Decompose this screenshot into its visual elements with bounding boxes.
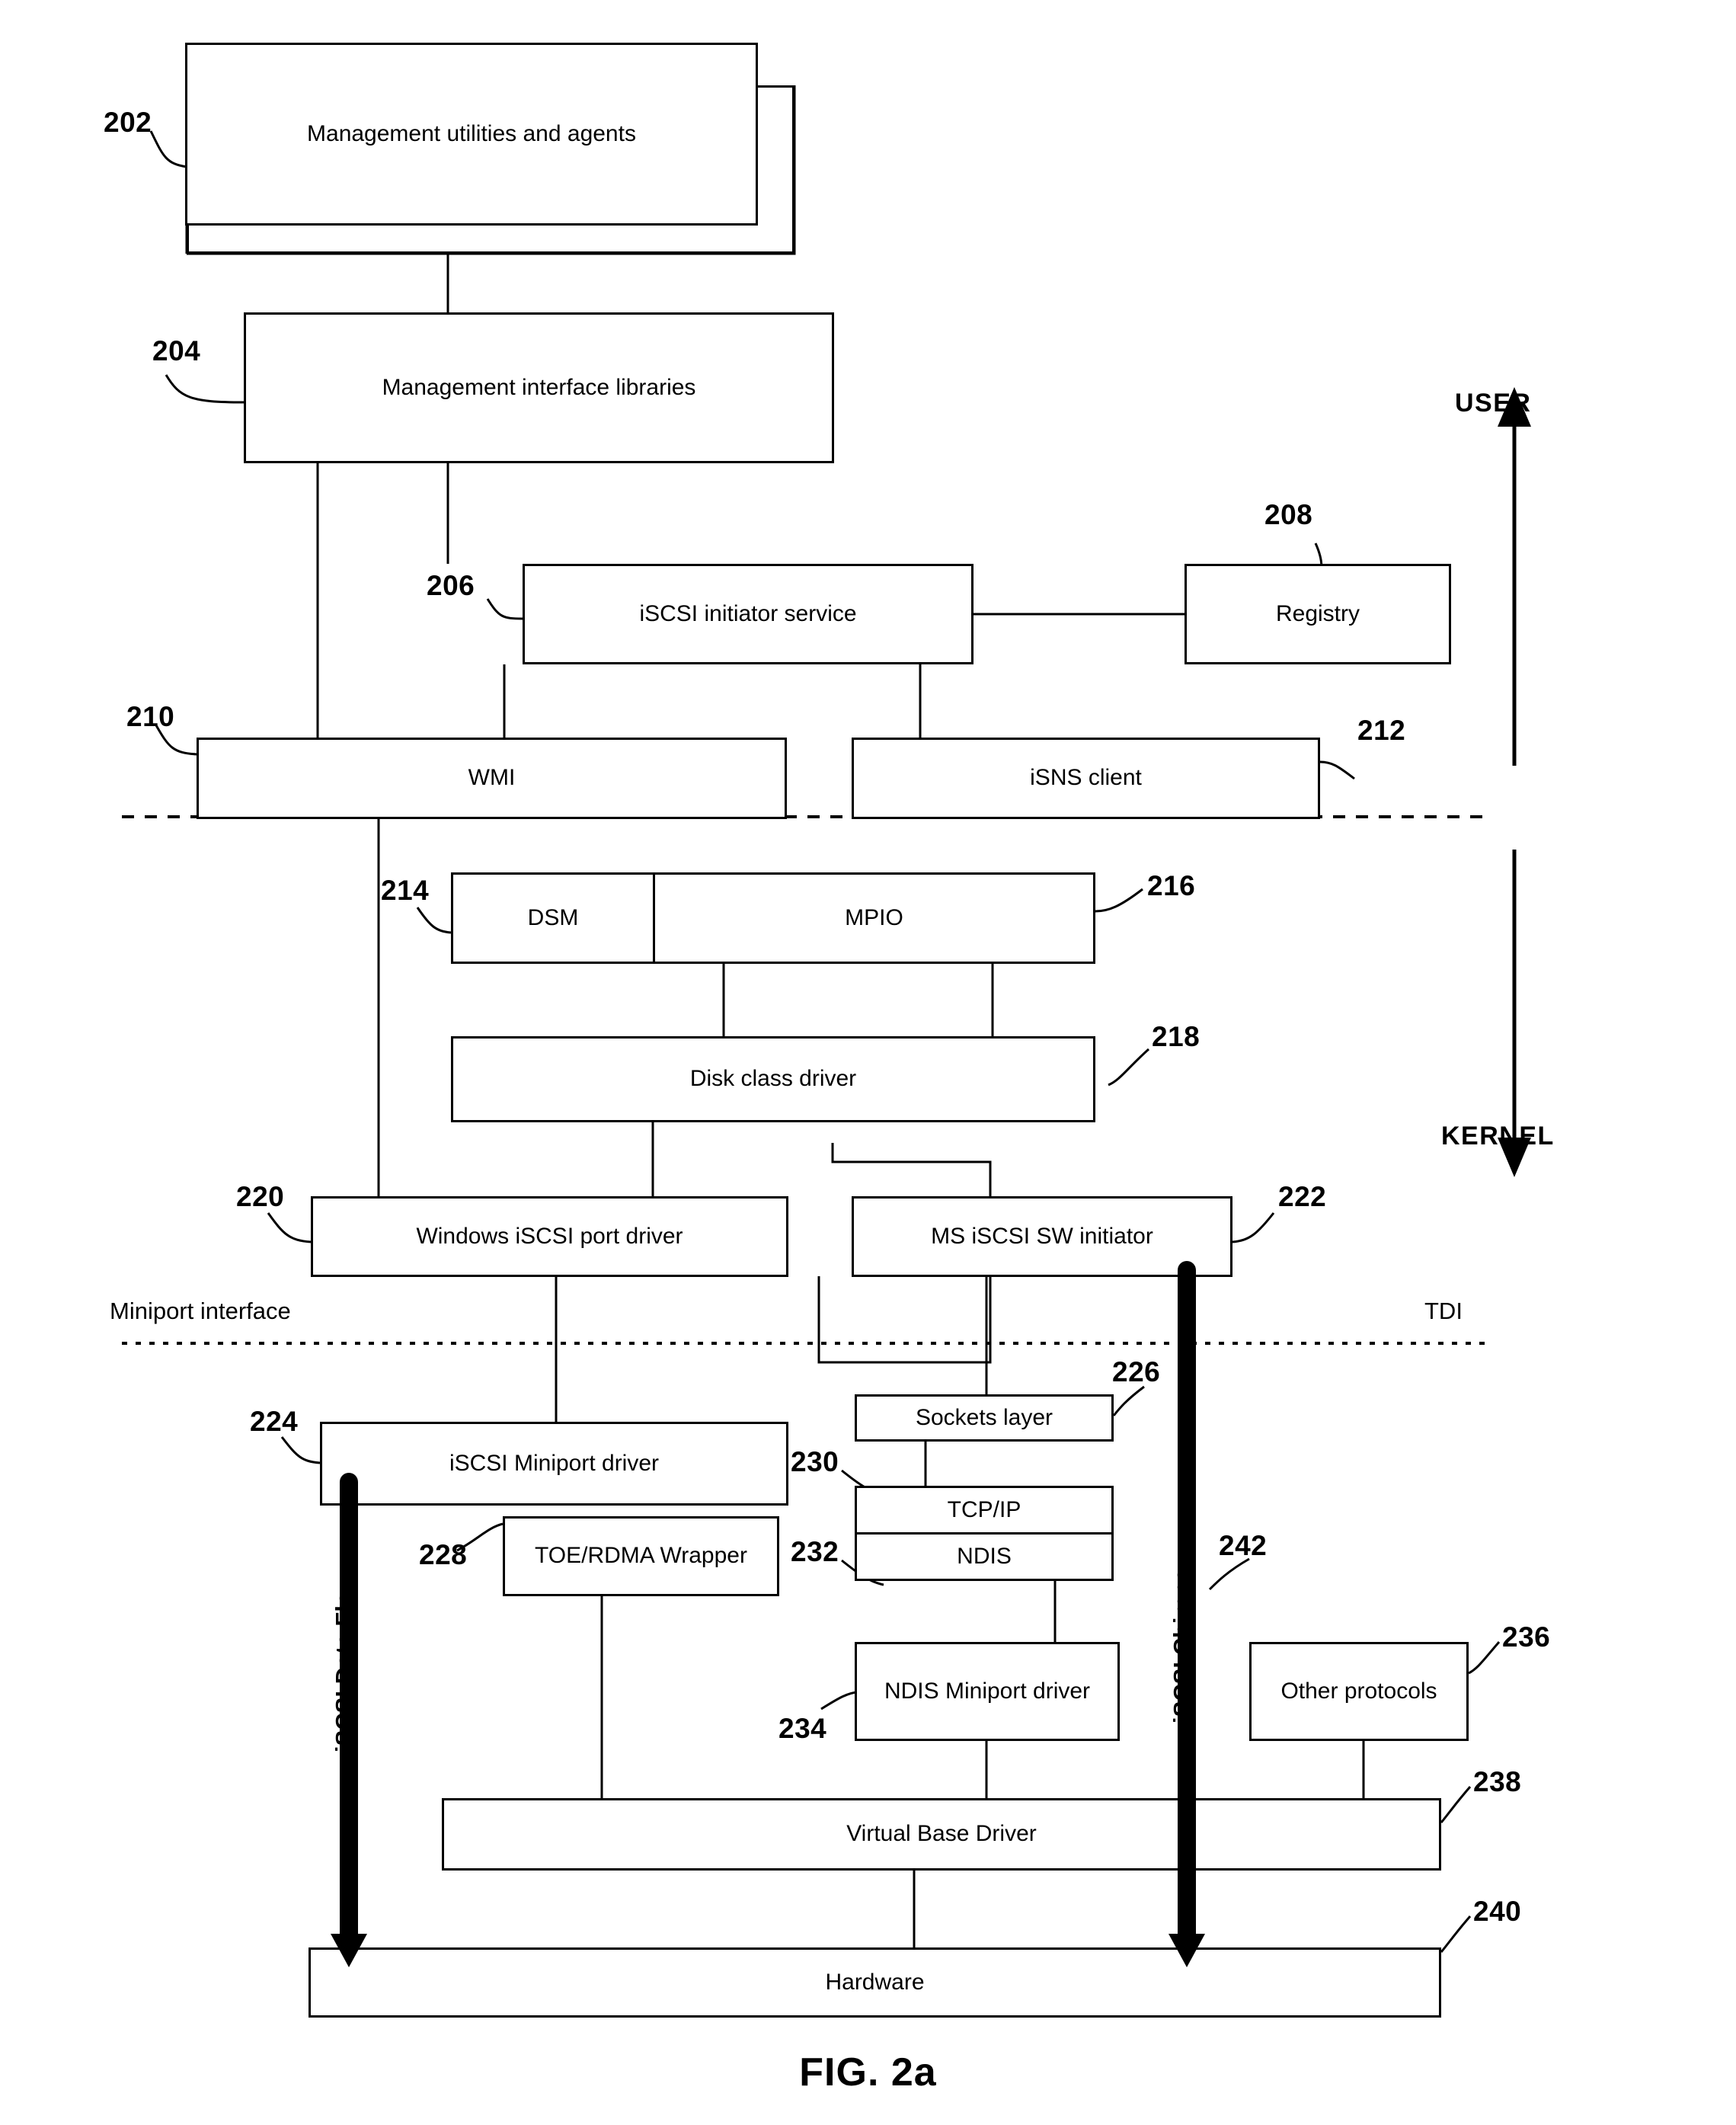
ref-242: 242 (1219, 1530, 1268, 1561)
flow-bar-arrowheads (331, 1934, 1205, 1967)
kernel-domain-label: KERNEL (1441, 1122, 1555, 1151)
iscsi-chimney-label: iSCSI Chimney (1169, 1555, 1195, 1724)
ref-202: 202 (104, 107, 152, 138)
user-domain-label: USER (1455, 389, 1532, 418)
figure-caption: FIG. 2a (799, 2050, 937, 2095)
ref-238: 238 (1473, 1766, 1522, 1797)
ref-214: 214 (381, 875, 430, 906)
miniport-interface-label: Miniport interface (110, 1298, 291, 1324)
ref-204: 204 (152, 335, 201, 366)
ref-226: 226 (1112, 1356, 1161, 1387)
ref-208: 208 (1264, 499, 1313, 530)
ref-232: 232 (791, 1536, 839, 1567)
ref-216: 216 (1147, 870, 1196, 901)
ref-224: 224 (250, 1406, 299, 1437)
ref-236: 236 (1502, 1621, 1551, 1653)
ref-206: 206 (427, 570, 475, 601)
ref-240: 240 (1473, 1896, 1522, 1927)
ref-212: 212 (1357, 715, 1406, 746)
ref-222: 222 (1278, 1181, 1327, 1212)
tdi-label: TDI (1424, 1298, 1463, 1324)
ref-234: 234 (778, 1713, 827, 1744)
ref-228: 228 (419, 1539, 468, 1570)
figure-2a-diagram: Management utilities and agents Manageme… (0, 0, 1736, 2125)
ref-220: 220 (236, 1181, 285, 1212)
ref-210: 210 (126, 701, 175, 732)
ref-230: 230 (791, 1446, 839, 1477)
ref-218: 218 (1152, 1021, 1200, 1052)
iscsi-data-flow-label: iSCSI Data Flow (331, 1573, 357, 1752)
